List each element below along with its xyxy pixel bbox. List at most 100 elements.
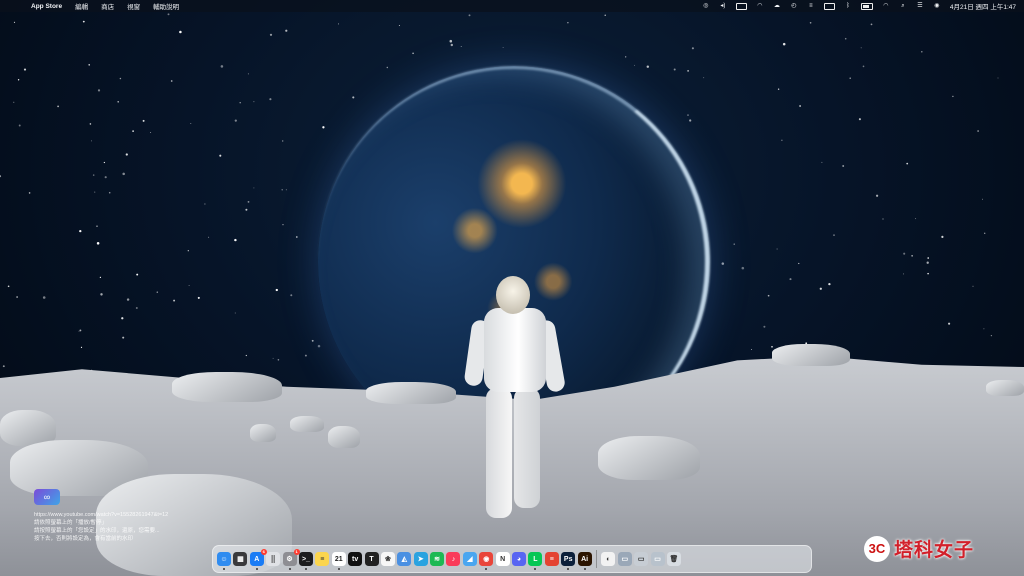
menu-window[interactable]: 視窗 — [127, 1, 140, 11]
rock — [366, 382, 456, 404]
notice-line: https://www.youtube.com/watch?v=15528261… — [34, 512, 169, 518]
dock-photos-icon[interactable]: ❀ — [380, 552, 395, 566]
menu-icon[interactable]: ≡ — [807, 3, 815, 9]
bluetooth-icon[interactable]: ᛒ — [844, 3, 852, 9]
dock-icon-glyph: 21 — [334, 555, 343, 563]
dock-notes-icon[interactable]: ≡ — [315, 552, 330, 566]
star — [220, 65, 224, 68]
running-indicator — [567, 568, 570, 570]
dock-terminal-icon[interactable]: >_ — [298, 552, 313, 570]
rock — [290, 416, 324, 432]
star — [100, 293, 103, 296]
notice-line: 請依照螢幕上的「播放/暫停」 — [34, 520, 108, 526]
star — [952, 95, 954, 98]
dock-discord-icon[interactable]: ◕ — [512, 552, 527, 566]
dock-app-store-icon[interactable]: A6 — [249, 549, 267, 570]
dock-todoist-icon[interactable]: ≡ — [544, 552, 559, 566]
star — [219, 154, 222, 157]
star — [91, 140, 92, 142]
wifi-icon[interactable]: ◠ — [882, 3, 890, 9]
dock-stocks-app-icon[interactable]: T — [364, 552, 379, 566]
star — [858, 118, 861, 121]
dock-photoshop-icon[interactable]: Ps — [561, 552, 576, 570]
dock-calendar-icon[interactable]: 21 — [331, 552, 346, 570]
menu-edit[interactable]: 編輯 — [75, 1, 88, 11]
timer-icon[interactable]: ◴ — [790, 3, 798, 9]
star — [234, 312, 236, 314]
dock-icon-glyph: Ai — [581, 555, 589, 563]
star — [322, 126, 325, 129]
dock-calculator-icon[interactable]: ▦ — [233, 552, 248, 566]
star — [208, 236, 210, 238]
star — [721, 262, 725, 265]
dock-safari-alt-icon[interactable]: ◭ — [397, 552, 412, 566]
dock-maps-icon[interactable]: ◢ — [462, 552, 477, 566]
dock-icon-glyph: ◢ — [467, 556, 473, 563]
volume-icon[interactable]: ◂) — [719, 3, 727, 9]
dock-music-icon[interactable]: ♪ — [446, 552, 461, 566]
star — [352, 96, 355, 99]
siri-icon[interactable]: ◉ — [933, 3, 941, 9]
apple-icon[interactable] — [10, 3, 18, 9]
star — [870, 23, 873, 26]
dock-line-icon[interactable]: L — [528, 552, 543, 570]
star — [103, 161, 106, 164]
star — [842, 165, 845, 167]
dock-system-preferences-icon[interactable]: ⚙ 1 — [282, 549, 300, 570]
star — [875, 194, 879, 197]
star — [927, 272, 929, 275]
star — [799, 105, 802, 107]
star — [948, 322, 951, 325]
dock-icon-glyph: ♪ — [451, 555, 456, 563]
running-indicator — [288, 568, 291, 570]
star — [82, 20, 85, 23]
dock-screenshot-icon[interactable]: ◐ — [601, 552, 616, 566]
star — [311, 339, 314, 342]
star — [984, 232, 986, 234]
headphones-icon[interactable]: ◠ — [756, 3, 764, 9]
cloud-icon[interactable]: ☁ — [773, 3, 781, 9]
battery-info-icon[interactable] — [823, 2, 835, 10]
active-app-name[interactable]: App Store — [31, 3, 62, 10]
star — [295, 236, 298, 238]
display-icon[interactable] — [735, 2, 747, 10]
dock-trash-icon[interactable]: 🗑 — [666, 552, 681, 566]
star — [927, 257, 930, 259]
widget-app-icon[interactable]: ∞ — [34, 489, 60, 505]
dock-window-stack-icon[interactable]: ▭ — [650, 552, 665, 566]
star — [771, 346, 773, 348]
star — [88, 64, 90, 66]
dock-downloads-stack-icon[interactable]: ▭ — [617, 552, 632, 566]
menu-store[interactable]: 商店 — [101, 1, 114, 11]
dock-apple-tv-icon[interactable]: tv — [348, 552, 363, 566]
battery-icon[interactable] — [860, 2, 873, 10]
dock-icon-glyph: ⣿ — [270, 556, 276, 563]
star — [122, 336, 125, 339]
star — [136, 273, 139, 276]
dock-notion-icon[interactable]: N — [495, 552, 510, 566]
menubar-clock[interactable]: 4月21日 週四 上午1:47 — [950, 1, 1016, 11]
ring-icon[interactable]: ◎ — [702, 3, 710, 9]
dock-finder-icon[interactable]: ☺ — [217, 552, 231, 570]
dock-spotify-icon[interactable]: ≋ — [430, 552, 445, 566]
star — [767, 294, 770, 297]
dock-documents-stack-icon[interactable]: ▭ — [634, 552, 649, 566]
dock-illustrator-icon[interactable]: Ai — [577, 552, 592, 570]
star — [777, 88, 780, 90]
control-center-icon[interactable]: ☰ — [916, 3, 924, 9]
rock — [250, 424, 276, 442]
dock-launchpad-icon[interactable]: ⣿ — [266, 552, 281, 566]
star — [502, 47, 504, 48]
dock-icon-glyph: L — [533, 555, 538, 563]
notice-line: 按下去，否則將設定為，會有當前的水印 — [34, 536, 134, 542]
search-icon[interactable]: ⌕ — [899, 3, 907, 9]
menu-help[interactable]: 輔助說明 — [153, 1, 179, 11]
dock-chrome-icon[interactable]: ◉ — [479, 552, 494, 570]
dock-telegram-icon[interactable]: ➤ — [413, 552, 428, 566]
star — [275, 288, 278, 292]
dock-icon-glyph: 🗑 — [669, 556, 679, 563]
star — [269, 33, 273, 36]
star — [691, 47, 694, 50]
star — [906, 162, 909, 165]
star — [173, 299, 176, 302]
